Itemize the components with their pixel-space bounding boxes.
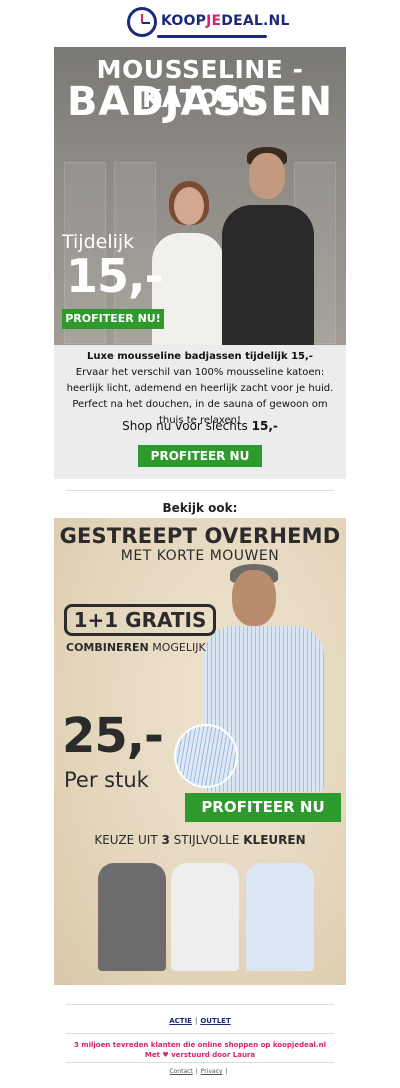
- footer-links: ACTIE | OUTLET: [0, 1017, 400, 1025]
- colour-choice-text: KEUZE UIT 3 STIJLVOLLE KLEUREN: [94, 833, 306, 847]
- privacy-link[interactable]: Privacy: [201, 1068, 223, 1075]
- fabric-swatch-image: [174, 724, 238, 788]
- clock-icon: [127, 7, 157, 37]
- divider: [66, 490, 334, 491]
- shirt-price: 25,-: [62, 708, 164, 764]
- contact-link[interactable]: Contact: [169, 1068, 192, 1075]
- profiteer-nu-banner-button[interactable]: PROFITEER NU!: [62, 309, 164, 329]
- divider: [66, 1004, 334, 1005]
- product-title: Luxe mousseline badjassen tijdelijk 15,-: [87, 351, 313, 362]
- legal-separator: |: [225, 1068, 228, 1075]
- model-man-face: [232, 570, 276, 626]
- banner-title-line2: BADJASSEN: [66, 79, 334, 125]
- per-stuk-text: Per stuk: [64, 768, 149, 792]
- shirt-blue-image: [246, 863, 314, 971]
- profiteer-nu-button[interactable]: PROFITEER NU: [138, 445, 262, 467]
- legal-links: Contact | Privacy |: [0, 1068, 400, 1075]
- bathrobe-banner[interactable]: MOUSSELINE - KATOEN BADJASSEN Tijdelijk …: [54, 47, 346, 345]
- shirt-banner-title: GESTREEPT OVERHEMD: [59, 524, 341, 548]
- legal-separator: |: [195, 1068, 198, 1075]
- shirt-white-image: [171, 863, 239, 971]
- outlet-link[interactable]: OUTLET: [200, 1017, 230, 1025]
- black-bathrobe: [222, 205, 314, 345]
- banner-price: 15,-: [66, 249, 164, 303]
- combineren-text: COMBINEREN MOGELIJK: [66, 641, 206, 654]
- shirt-banner-subtitle: MET KORTE MOUWEN: [120, 548, 280, 564]
- model-man-face: [249, 153, 285, 199]
- link-separator: |: [194, 1017, 198, 1025]
- model-woman-face: [174, 187, 204, 225]
- footer-tagline: 3 miljoen tevreden klanten die online sh…: [73, 1041, 326, 1049]
- logo-wordmark: KOOPJEDEAL.NL: [161, 13, 290, 29]
- divider: [66, 1033, 334, 1034]
- shop-now-text: Shop nu voor slechts 15,-: [122, 419, 278, 433]
- profiteer-nu-shirt-button[interactable]: PROFITEER NU: [185, 793, 341, 822]
- product-description-box: Luxe mousseline badjassen tijdelijk 15,-…: [54, 345, 346, 479]
- koopjedeal-logo[interactable]: KOOPJEDEAL.NL: [127, 6, 289, 40]
- email-page: KOOPJEDEAL.NL MOUSSELINE - KATOEN BADJAS…: [0, 0, 400, 1088]
- deal-badge: 1+1 GRATIS: [64, 604, 216, 636]
- actie-link[interactable]: ACTIE: [169, 1017, 192, 1025]
- shirt-banner[interactable]: GESTREEPT OVERHEMD MET KORTE MOUWEN 1+1 …: [54, 518, 346, 985]
- divider: [66, 1062, 334, 1063]
- shirt-gray-image: [98, 863, 166, 971]
- footer-signature: Met ♥ verstuurd door Laura: [144, 1051, 256, 1059]
- logo-underline: [157, 35, 267, 38]
- bekijk-ook-heading: Bekijk ook:: [162, 501, 238, 515]
